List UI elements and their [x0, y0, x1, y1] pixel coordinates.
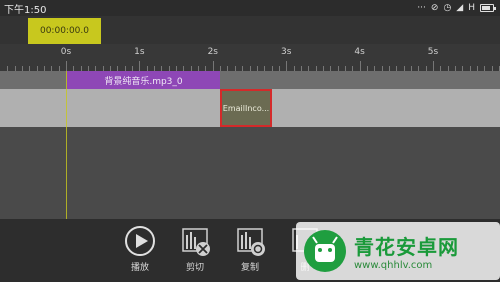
video-track: EmailInco...: [0, 89, 500, 127]
watermark: 青花安卓网 www.qhhlv.com: [296, 222, 500, 280]
signal-icon: ◢: [456, 3, 464, 13]
video-clip-selected[interactable]: EmailInco...: [220, 89, 272, 127]
music-clip[interactable]: 背景纯音乐.mp3_0: [67, 71, 220, 89]
ruler-tick-label: 5s: [427, 47, 439, 57]
ruler-tick-label: 1s: [134, 47, 145, 57]
top-bar: 00:00:00.0: [0, 16, 500, 44]
watermark-title: 青花安卓网: [354, 235, 459, 259]
ruler-tick-label: 4s: [354, 47, 365, 57]
time-ruler[interactable]: 0s 1s 2s 3s 4s 5s: [0, 44, 500, 71]
music-track: 背景纯音乐.mp3_0: [0, 71, 500, 89]
cut-label: 剪切: [185, 263, 204, 273]
battery-icon: [480, 4, 496, 12]
ruler-tick-label: 3s: [280, 47, 292, 57]
cut-icon: [179, 225, 211, 257]
play-label: 播放: [130, 263, 149, 273]
watermark-logo-icon: [304, 230, 346, 272]
alarm-icon: ◷: [443, 3, 452, 13]
cut-button[interactable]: 剪切: [175, 225, 215, 273]
copy-icon: [234, 225, 266, 257]
timeline-empty-area: [0, 127, 500, 219]
playhead[interactable]: [66, 71, 67, 219]
status-icons: ··· ⊘ ◷ ◢ H: [417, 1, 496, 15]
status-time: 下午1:50: [4, 5, 47, 16]
watermark-url: www.qhhlv.com: [354, 260, 433, 271]
ruler-tick: [359, 61, 361, 71]
copy-button[interactable]: 复制: [230, 225, 270, 273]
current-time-display: 00:00:00.0: [28, 18, 101, 44]
ruler-tick-label: 2s: [207, 47, 219, 57]
status-bar: 下午1:50 ··· ⊘ ◷ ◢ H: [0, 0, 500, 16]
ruler-tick: [66, 61, 67, 71]
ruler-tick: [139, 61, 141, 71]
ruler-tick-label: 0s: [60, 47, 72, 57]
network-type: H: [468, 3, 475, 13]
more-dots-icon: ···: [417, 3, 426, 13]
play-icon: [124, 225, 156, 257]
ruler-tick: [286, 61, 288, 71]
ruler-tick: [212, 61, 214, 71]
play-button[interactable]: 播放: [120, 225, 160, 273]
ruler-tick: [433, 61, 434, 71]
silent-icon: ⊘: [430, 3, 439, 13]
copy-label: 复制: [240, 263, 259, 273]
